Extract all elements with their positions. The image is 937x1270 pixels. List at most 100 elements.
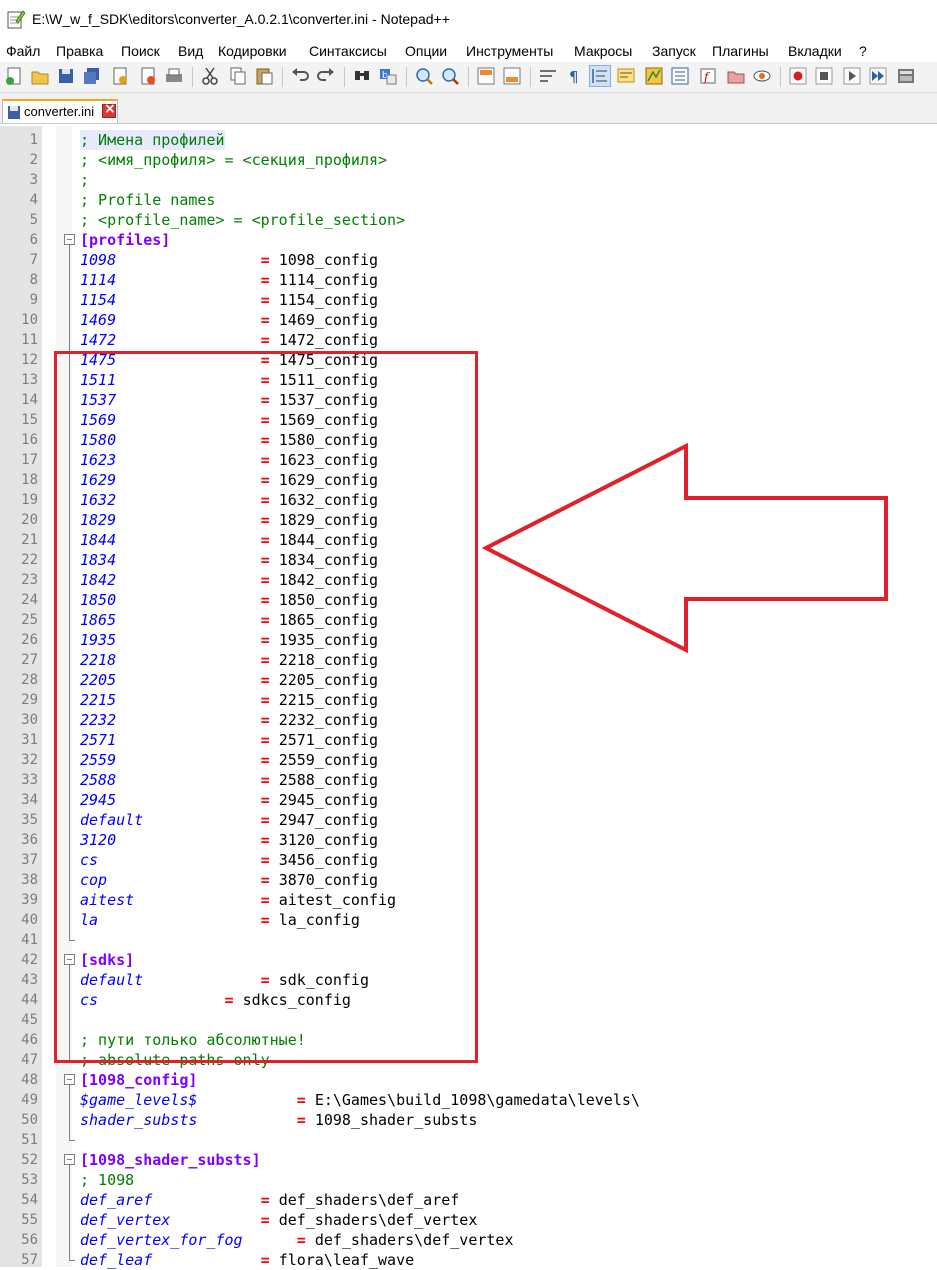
play-macro-icon[interactable]: [842, 66, 862, 86]
line-text: ; Имена профилей: [80, 130, 225, 150]
tab-converter-ini[interactable]: converter.ini: [2, 99, 118, 123]
line-number: 20: [21, 512, 38, 528]
sync-vertical-icon[interactable]: [476, 66, 496, 86]
menu-run[interactable]: Запуск: [652, 43, 696, 59]
zoom-in-icon[interactable]: [414, 66, 434, 86]
token-comment: ;: [80, 171, 90, 189]
undo-icon[interactable]: [290, 66, 310, 86]
toolbar: b ¶ f: [0, 62, 937, 93]
token-val: 1098_config: [278, 251, 379, 269]
line-number: 1: [29, 132, 38, 148]
paste-icon[interactable]: [254, 66, 274, 86]
line-text: ; 1098: [80, 1170, 134, 1190]
line-number: 37: [21, 852, 38, 868]
show-all-chars-icon[interactable]: ¶: [564, 66, 584, 86]
copy-icon[interactable]: [228, 66, 248, 86]
toolbar-separator: [780, 67, 781, 87]
editor[interactable]: 1 ; Имена профилей 2 ; <имя_профиля> = <сек…: [0, 126, 937, 1269]
save-all-icon[interactable]: [82, 66, 102, 86]
toolbar-separator: [530, 67, 531, 87]
token-key: def_aref: [80, 1191, 153, 1209]
token-eq: =: [116, 271, 279, 289]
stop-macro-icon[interactable]: [814, 66, 834, 86]
zoom-out-icon[interactable]: [440, 66, 460, 86]
line-number: 5: [29, 212, 38, 228]
redo-icon[interactable]: [316, 66, 336, 86]
token-section: [profiles]: [80, 231, 171, 249]
token-eq: =: [197, 1111, 315, 1129]
doc-map-icon[interactable]: [644, 66, 664, 86]
code-line: 6 [profiles]: [0, 230, 937, 250]
print-icon[interactable]: [164, 66, 184, 86]
menu-edit[interactable]: Правка: [56, 43, 103, 59]
token-key: 1472: [80, 331, 117, 349]
line-number: 3: [29, 172, 38, 188]
word-wrap-icon[interactable]: [538, 66, 558, 86]
replace-icon[interactable]: b: [378, 66, 398, 86]
menu-tools[interactable]: Инструменты: [466, 43, 553, 59]
file-saved-icon: [8, 106, 20, 119]
line-number: 12: [21, 352, 38, 368]
fold-toggle-icon[interactable]: [64, 1154, 75, 1165]
line-number: 55: [21, 1212, 38, 1228]
menu-view[interactable]: Вид: [178, 43, 203, 59]
token-eq: =: [152, 1251, 279, 1269]
line-number: 31: [21, 732, 38, 748]
fold-toggle-icon[interactable]: [64, 234, 75, 245]
cut-icon[interactable]: [200, 66, 220, 86]
line-number: 18: [21, 472, 38, 488]
token-eq: =: [116, 311, 279, 329]
menu-file[interactable]: Файл: [6, 43, 40, 59]
new-file-icon[interactable]: [4, 66, 24, 86]
line-text: ;: [80, 170, 89, 190]
line-number: 36: [21, 832, 38, 848]
line-number: 23: [21, 572, 38, 588]
line-number: 6: [29, 232, 38, 248]
fold-toggle-icon[interactable]: [64, 1074, 75, 1085]
code-line: 4 ; Profile names: [0, 190, 937, 210]
open-file-icon[interactable]: [30, 66, 50, 86]
line-number: 35: [21, 812, 38, 828]
function-list-icon[interactable]: [670, 66, 690, 86]
folder-as-workspace-icon[interactable]: f: [698, 66, 718, 86]
close-all-icon[interactable]: [138, 66, 158, 86]
save-macro-icon[interactable]: [896, 66, 916, 86]
run-macro-multiple-icon[interactable]: [868, 66, 888, 86]
close-icon[interactable]: [110, 66, 130, 86]
line-number: 28: [21, 672, 38, 688]
code-line: 49 $game_levels$ = E:\Games\build_1098\ga…: [0, 1090, 937, 1110]
record-macro-icon[interactable]: [788, 66, 808, 86]
language-icon[interactable]: [616, 66, 636, 86]
menu-settings[interactable]: Опции: [405, 43, 447, 59]
line-number: 15: [21, 412, 38, 428]
menu-encoding[interactable]: Кодировки: [218, 43, 287, 59]
line-number: 13: [21, 372, 38, 388]
line-number: 34: [21, 792, 38, 808]
toolbar-separator: [468, 67, 469, 87]
menu-macro[interactable]: Макросы: [574, 43, 632, 59]
find-icon[interactable]: [352, 66, 372, 86]
token-eq: =: [242, 1231, 315, 1249]
line-number: 2: [29, 152, 38, 168]
indent-guide-icon[interactable]: [589, 65, 611, 87]
monitoring-icon[interactable]: [752, 66, 772, 86]
token-key: 1114: [80, 271, 117, 289]
token-comment: ; <profile_name> = <profile_section>: [80, 211, 406, 229]
save-icon[interactable]: [56, 66, 76, 86]
token-val: def_shaders\def_vertex: [278, 1211, 478, 1229]
code-line: 8 1114 = 1114_config: [0, 270, 937, 290]
fold-guide-end: [69, 1260, 75, 1261]
line-text: ; <имя_профиля> = <секция_профиля>: [80, 150, 387, 170]
token-eq: =: [197, 1091, 315, 1109]
sync-horizontal-icon[interactable]: [502, 66, 522, 86]
line-number: 7: [29, 252, 38, 268]
folder-icon[interactable]: [726, 66, 746, 86]
tab-close-icon[interactable]: [102, 101, 116, 118]
menu-window[interactable]: Вкладки: [788, 43, 842, 59]
highlight-rectangle: [54, 351, 478, 1063]
menu-help[interactable]: ?: [859, 43, 867, 59]
menu-search[interactable]: Поиск: [121, 43, 160, 59]
menu-language[interactable]: Синтаксисы: [309, 43, 387, 59]
menu-plugins[interactable]: Плагины: [712, 43, 769, 59]
line-number: 44: [21, 992, 38, 1008]
